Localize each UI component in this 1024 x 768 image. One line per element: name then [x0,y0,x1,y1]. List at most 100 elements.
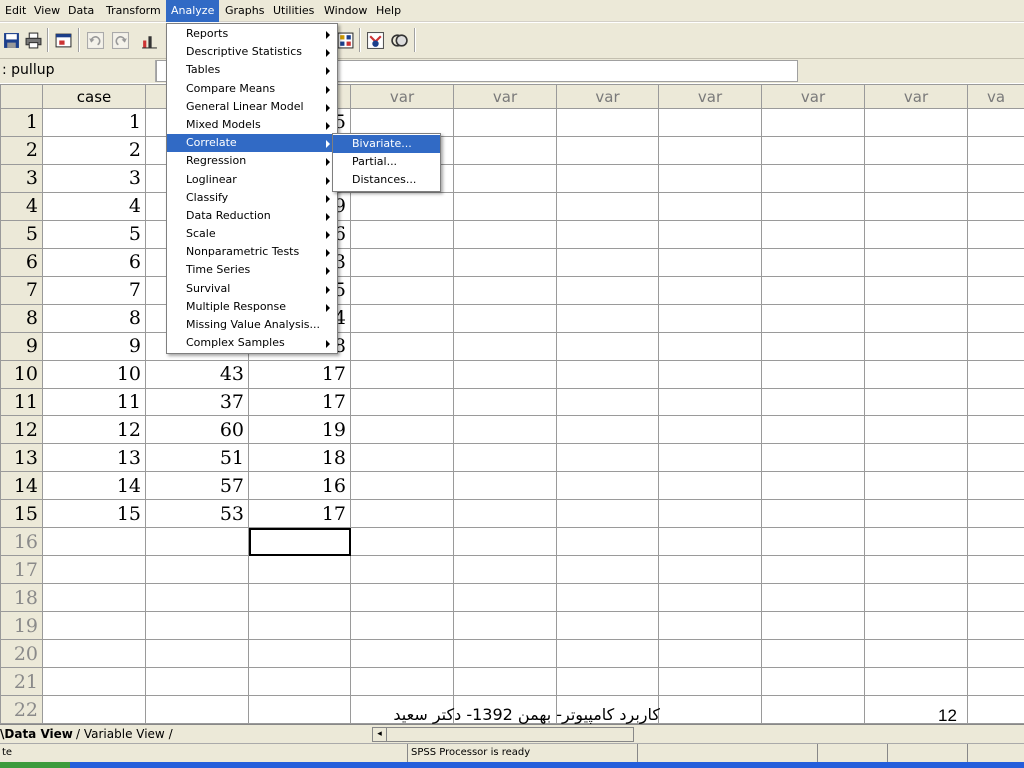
data-cell[interactable] [864,247,968,277]
data-cell[interactable] [761,331,865,361]
menu-item-loglinear[interactable]: Loglinear [167,171,337,189]
data-cell[interactable]: 8 [42,303,146,333]
data-cell[interactable] [556,639,659,669]
data-cell[interactable] [350,275,454,305]
data-cell[interactable] [248,583,351,613]
data-cell[interactable] [453,219,557,249]
data-cell[interactable] [761,639,865,669]
row-number[interactable]: 17 [0,555,43,585]
data-cell[interactable] [761,583,865,613]
data-cell[interactable] [967,247,1024,277]
data-cell[interactable] [658,135,762,165]
undo-icon[interactable] [84,29,106,51]
menu-item-compare-means[interactable]: Compare Means [167,80,337,98]
tab-data-view[interactable]: \Data View [0,725,73,744]
data-cell[interactable] [761,471,865,501]
menu-item-regression[interactable]: Regression [167,152,337,170]
data-cell[interactable] [658,191,762,221]
menu-item-bivariate[interactable]: Bivariate... [333,135,440,154]
data-cell[interactable] [864,583,968,613]
redo-icon[interactable] [109,29,131,51]
data-cell[interactable] [453,583,557,613]
data-cell[interactable] [453,555,557,585]
menu-item-nonparametric-tests[interactable]: Nonparametric Tests [167,243,337,261]
data-cell[interactable] [864,191,968,221]
data-cell[interactable] [453,639,557,669]
data-cell[interactable] [145,555,249,585]
data-cell[interactable] [967,163,1024,193]
menu-item-missing-value-analysis[interactable]: Missing Value Analysis... [167,316,337,334]
data-cell[interactable] [761,191,865,221]
data-cell[interactable]: 60 [145,415,249,445]
row-number[interactable]: 13 [0,443,43,473]
data-cell[interactable]: 10 [42,359,146,389]
row-number[interactable]: 10 [0,359,43,389]
data-cell[interactable] [761,135,865,165]
menu-data[interactable]: Data [63,0,99,22]
horizontal-scrollbar[interactable]: ◂ [372,727,634,742]
data-cell[interactable] [967,527,1024,557]
menu-item-classify[interactable]: Classify [167,189,337,207]
data-cell[interactable] [967,359,1024,389]
data-cell[interactable] [967,443,1024,473]
data-cell[interactable] [967,219,1024,249]
row-number[interactable]: 7 [0,275,43,305]
data-cell[interactable] [556,359,659,389]
data-cell[interactable] [556,303,659,333]
data-cell[interactable] [248,639,351,669]
data-cell[interactable] [658,499,762,529]
data-cell[interactable] [761,387,865,417]
menu-item-data-reduction[interactable]: Data Reduction [167,207,337,225]
row-number[interactable]: 18 [0,583,43,613]
data-cell[interactable] [967,275,1024,305]
data-cell[interactable] [42,695,146,724]
data-cell[interactable] [556,108,659,137]
menu-item-distances[interactable]: Distances... [333,171,440,189]
data-cell[interactable] [967,415,1024,445]
data-cell[interactable] [556,443,659,473]
column-header-var[interactable]: var [761,84,865,109]
data-cell[interactable] [658,219,762,249]
show-sets-icon[interactable] [388,29,410,51]
data-cell[interactable]: 16 [248,471,351,501]
data-cell[interactable] [658,275,762,305]
data-cell[interactable] [658,359,762,389]
row-number[interactable]: 22 [0,695,43,724]
data-cell[interactable] [453,667,557,697]
data-cell[interactable] [556,527,659,557]
data-cell[interactable] [967,667,1024,697]
data-cell[interactable] [761,247,865,277]
save-icon[interactable] [0,29,22,51]
data-cell[interactable] [864,163,968,193]
data-cell[interactable] [350,527,454,557]
data-cell[interactable] [658,331,762,361]
data-cell[interactable] [967,611,1024,641]
data-cell[interactable] [864,108,968,137]
data-cell[interactable] [658,415,762,445]
data-cell[interactable] [42,611,146,641]
data-cell[interactable] [42,527,146,557]
data-cell[interactable]: 53 [145,499,249,529]
row-number[interactable]: 4 [0,191,43,221]
data-cell[interactable]: 14 [42,471,146,501]
data-cell[interactable]: 17 [248,387,351,417]
data-cell[interactable]: 19 [248,415,351,445]
data-cell[interactable] [248,527,351,557]
data-cell[interactable] [453,443,557,473]
dialog-recall-icon[interactable] [52,29,74,51]
data-cell[interactable] [556,275,659,305]
column-header-var[interactable]: var [453,84,557,109]
data-cell[interactable] [864,219,968,249]
data-cell[interactable] [967,695,1024,724]
data-cell[interactable] [658,555,762,585]
data-cell[interactable] [453,331,557,361]
row-number[interactable]: 20 [0,639,43,669]
data-cell[interactable] [350,359,454,389]
data-cell[interactable] [864,359,968,389]
data-cell[interactable]: 37 [145,387,249,417]
data-cell[interactable] [556,331,659,361]
data-cell[interactable] [967,639,1024,669]
data-cell[interactable] [864,667,968,697]
data-cell[interactable] [761,499,865,529]
data-cell[interactable] [864,471,968,501]
